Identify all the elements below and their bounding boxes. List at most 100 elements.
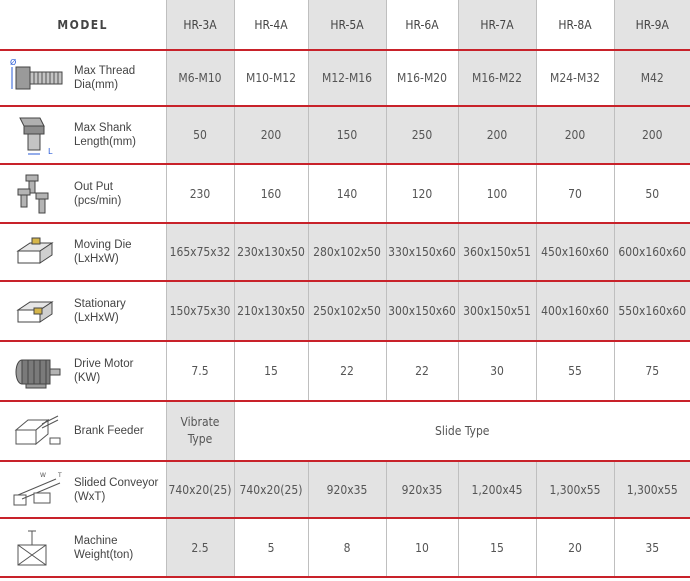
value-cell: 600x160x60 [614, 223, 690, 281]
row-label-cell: Out Put (pcs/min) [0, 164, 167, 223]
value-cell: 7.5 [166, 341, 235, 401]
value-cell: 1,200x45 [458, 461, 537, 518]
value-cell: 15 [234, 341, 309, 401]
slide-type-cell: Slide Type [435, 423, 490, 438]
value-cell: 70 [536, 164, 615, 223]
spec-table-container: MODEL HR-3A HR-4A HR-5A HR-6A HR-7A HR-8… [0, 0, 690, 581]
value-cell: 10 [386, 518, 459, 577]
value-cell: 230 [166, 164, 235, 223]
value-cell: 8 [308, 518, 387, 577]
header-row: MODEL HR-3A HR-4A HR-5A HR-6A HR-7A HR-8… [0, 0, 690, 50]
row-label: Brank Feeder [74, 425, 144, 437]
motor-icon [6, 348, 70, 394]
value-cell: 250x102x50 [308, 281, 387, 341]
vibrate-type-cell: Vibrate Type [166, 401, 235, 461]
row-label: Out Put (pcs/min) [74, 180, 122, 207]
value-cell: 5 [234, 518, 309, 577]
value-cell: 200 [614, 106, 690, 164]
spec-row: Brank Feeder Vibrate Type Slide Type [0, 401, 690, 461]
value-cell: 1,300x55 [536, 461, 615, 518]
model-header: MODEL [0, 0, 167, 50]
value-cell: 55 [536, 341, 615, 401]
value-cell: 250 [386, 106, 459, 164]
value-cell: 1,300x55 [614, 461, 690, 518]
row-label-cell: L Max Shank Length(mm) [0, 106, 167, 164]
row-label: Max Thread Dia(mm) [74, 65, 136, 91]
spec-row: Machine Weight(ton) 2.5 5 8 10 15 20 35 [0, 518, 690, 577]
value-cell: 20 [536, 518, 615, 577]
model-name: HR-6A [386, 0, 459, 50]
row-label: Slided Conveyor (WxT) [74, 476, 159, 503]
row-label-cell: Stationary (LxHxW) [0, 281, 167, 341]
value-cell: 140 [308, 164, 387, 223]
value-cell: M6-M10 [166, 50, 235, 106]
value-cell: 740x20(25) [234, 461, 309, 518]
value-cell: 740x20(25) [166, 461, 235, 518]
svg-text:T: T [57, 472, 62, 479]
value-cell: M10-M12 [234, 50, 309, 106]
value-cell: 50 [645, 186, 660, 201]
spec-row: W T Slided Conveyor (WxT) 740x20(25) 740… [0, 461, 690, 518]
row-label-cell: W T Slided Conveyor (WxT) [0, 461, 167, 518]
value-cell: 160 [234, 164, 309, 223]
model-name: HR-4A [234, 0, 309, 50]
row-label-cell: Machine Weight(ton) [0, 518, 167, 577]
value-cell: 330x150x60 [386, 223, 459, 281]
model-name: HR-3A [166, 0, 235, 50]
value-cell: 200 [234, 106, 309, 164]
model-name: HR-7A [458, 0, 537, 50]
svg-text:L: L [48, 147, 53, 156]
moving-die-icon [6, 229, 70, 275]
value-cell: 30 [458, 341, 537, 401]
value-cell: 200 [536, 106, 615, 164]
row-label-cell: Ø Max Thread Dia(mm) [0, 50, 167, 106]
row-label: Drive Motor (KW) [74, 358, 134, 384]
value-cell: 150 [308, 106, 387, 164]
value-cell: M16-M20 [386, 50, 459, 106]
spec-row: Ø Max Thread Dia(mm) M6-M10 M10-M12 M12-… [0, 50, 690, 106]
value-cell: 300x150x60 [386, 281, 459, 341]
value-cell: 200 [458, 106, 537, 164]
value-cell: 75 [645, 364, 660, 378]
weight-box-icon [6, 525, 70, 571]
value-cell: 50 [166, 106, 235, 164]
value-cell: 165x75x32 [166, 223, 235, 281]
value-cell: 450x160x60 [536, 223, 615, 281]
value-cell: 210x130x50 [234, 281, 309, 341]
value-cell: 150x75x30 [166, 281, 235, 341]
row-label: Moving Die (LxHxW) [74, 239, 132, 265]
value-cell: M16-M22 [458, 50, 537, 106]
row-label-cell: Moving Die (LxHxW) [0, 223, 167, 281]
bolts-output-icon [6, 171, 70, 217]
model-name: HR-8A [536, 0, 615, 50]
feeder-icon [6, 408, 70, 454]
value-cell: M24-M32 [536, 50, 615, 106]
value-cell: 22 [386, 341, 459, 401]
value-cell: 920x35 [386, 461, 459, 518]
row-label: Stationary (LxHxW) [74, 298, 126, 324]
value-cell: 280x102x50 [308, 223, 387, 281]
value-cell: 100 [458, 164, 537, 223]
value-cell: M42 [614, 50, 690, 106]
stationary-die-icon [6, 288, 70, 334]
row-label: Max Shank Length(mm) [74, 122, 136, 148]
bolt-thread-icon: Ø [6, 55, 70, 101]
value-cell: M12-M16 [308, 50, 387, 106]
bolt-shank-icon: L [6, 112, 70, 158]
spec-row: Stationary (LxHxW) 150x75x30 210x130x50 … [0, 281, 690, 341]
value-cell: 230x130x50 [234, 223, 309, 281]
spec-row: Moving Die (LxHxW) 165x75x32 230x130x50 … [0, 223, 690, 281]
row-label-cell: Drive Motor (KW) [0, 341, 167, 401]
value-cell: 22 [308, 341, 387, 401]
vibrate-type-label: Vibrate Type [180, 415, 220, 446]
spec-table: MODEL HR-3A HR-4A HR-5A HR-6A HR-7A HR-8… [0, 0, 690, 578]
model-name: HR-9A [614, 0, 690, 50]
spec-row: Drive Motor (KW) 7.5 15 22 22 30 55 75 [0, 341, 690, 401]
row-label-cell: Brank Feeder [0, 401, 167, 461]
svg-text:W: W [40, 472, 46, 479]
svg-text:Ø: Ø [10, 57, 16, 67]
value-cell: 400x160x60 [536, 281, 615, 341]
value-cell: 35 [645, 540, 660, 555]
value-cell: 2.5 [166, 518, 235, 577]
value-cell: 550x160x60 [614, 281, 690, 341]
